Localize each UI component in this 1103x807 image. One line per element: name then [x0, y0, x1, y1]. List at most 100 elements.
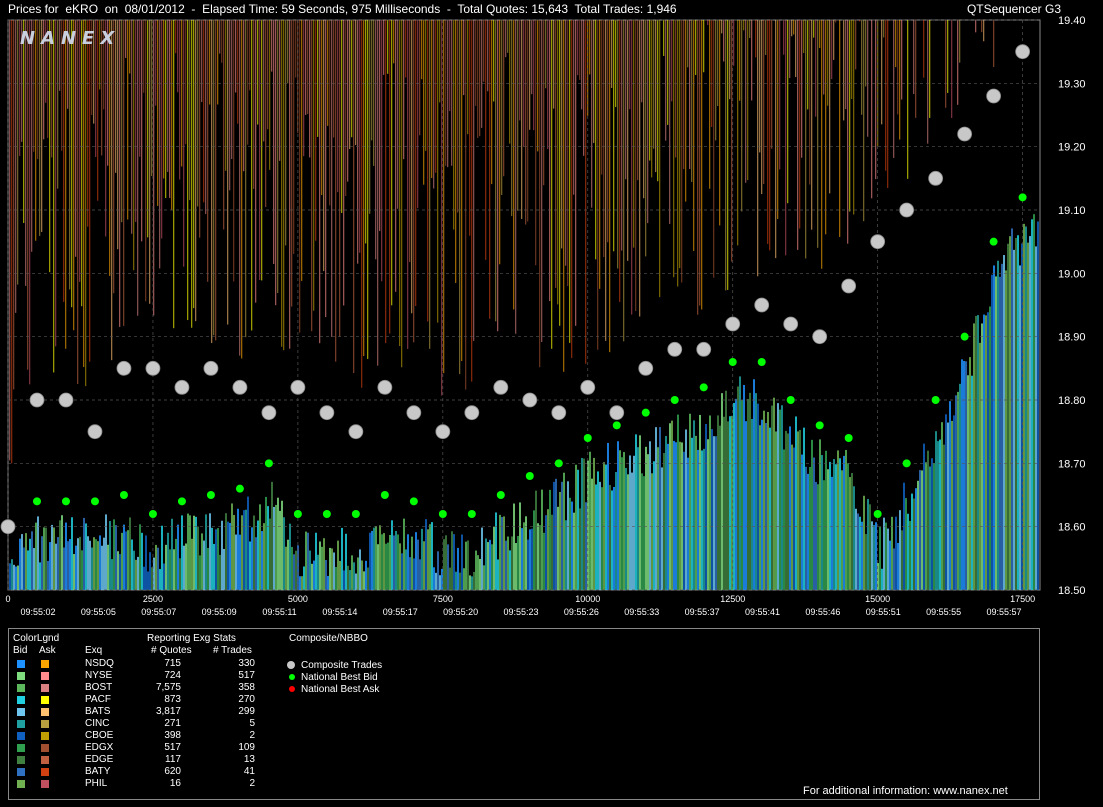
ask-quote-bar: [409, 20, 411, 263]
bid-quote-bar: [721, 393, 723, 590]
time-label: 09:55:17: [383, 607, 418, 617]
bid-quote-bar: [853, 486, 855, 590]
bid-quote-bar: [907, 513, 909, 590]
bid-quote-bar: [679, 441, 681, 590]
ask-quote-bar: [583, 20, 585, 156]
ask-quote-bar: [377, 20, 379, 366]
ask-quote-bar: [541, 20, 543, 343]
ask-quote-bar: [411, 20, 413, 314]
bid-quote-bar: [749, 392, 751, 590]
bid-quote-bar: [379, 525, 381, 590]
bid-quote-bar: [561, 481, 563, 590]
ask-quote-bar: [779, 20, 781, 170]
ask-quote-bar: [861, 20, 863, 115]
ask-quote-bar: [263, 20, 265, 142]
bid-quote-bar: [715, 436, 717, 590]
ask-quote-bar: [185, 20, 187, 145]
ask-quote-bar: [571, 20, 573, 359]
bid-quote-bar: [519, 502, 521, 590]
ask-quote-bar: [165, 20, 167, 198]
best-bid-point: [728, 358, 737, 366]
bid-quote-bar: [481, 527, 483, 590]
ask-quote-bar: [527, 20, 529, 222]
bid-quote-bar: [117, 551, 119, 590]
ask-quote-bar: [569, 20, 571, 343]
ask-quote-bar: [117, 20, 119, 250]
trades-count: 299: [238, 706, 255, 717]
ask-quote-bar: [887, 20, 889, 189]
x-tick-label: 10000: [575, 594, 600, 604]
bid-quote-bar: [429, 524, 431, 590]
ask-quote-bar: [83, 20, 85, 368]
ask-quote-bar: [193, 20, 195, 309]
bid-quote-bar: [641, 473, 643, 590]
bid-quote-bar: [781, 405, 783, 590]
ask-quote-bar: [139, 20, 141, 157]
ask-quote-bar: [189, 20, 191, 201]
bid-quote-bar: [115, 525, 117, 590]
x-tick-label: 0: [5, 594, 10, 604]
colorlgnd-label: ColorLgnd: [13, 633, 60, 644]
bid-quote-bar: [647, 454, 649, 590]
ask-quote-bar: [397, 20, 399, 209]
ask-quote-bar: [295, 20, 297, 78]
bid-quote-bar: [259, 504, 261, 590]
bid-quote-bar: [689, 413, 691, 590]
bid-quote-bar: [413, 558, 415, 590]
bid-quote-bar: [735, 398, 737, 590]
ask-quote-bar: [375, 20, 377, 260]
ask-quote-bar: [641, 20, 643, 103]
ask-quote-bar: [517, 20, 519, 211]
ask-quote-bar: [159, 20, 161, 269]
bid-quote-bar: [873, 525, 875, 590]
bid-quote-bar: [975, 315, 977, 590]
bid-quote-bar: [125, 531, 127, 590]
bid-quote-bar: [389, 534, 391, 590]
ask-quote-bar: [423, 20, 425, 185]
best-bid-point: [61, 497, 70, 506]
ask-quote-bar: [519, 20, 521, 121]
ask-quote-bar: [203, 20, 205, 203]
quotes-count: 715: [164, 658, 181, 669]
bid-quote-bar: [289, 523, 291, 590]
ask-quote-bar: [289, 20, 291, 349]
bid-marker-icon: [289, 674, 295, 680]
trades-header: # Trades: [213, 645, 252, 656]
bid-quote-bar: [501, 516, 503, 590]
bid-quote-bar: [567, 481, 569, 590]
ask-quote-bar: [197, 20, 199, 207]
ask-quote-bar: [491, 20, 493, 185]
bid-quote-bar: [445, 535, 447, 590]
trade-point: [58, 392, 74, 408]
bid-quote-bar: [85, 523, 87, 590]
bid-quote-bar: [741, 399, 743, 590]
trade-point: [638, 360, 654, 376]
ask-quote-bar: [285, 20, 287, 246]
ask-quote-bar: [111, 20, 113, 361]
ask-quote-bar: [521, 20, 523, 219]
bid-quote-bar: [687, 457, 689, 590]
bid-quote-bar: [869, 504, 871, 590]
ask-quote-bar: [767, 20, 769, 244]
bid-quote-bar: [767, 411, 769, 590]
bid-quote-bar: [893, 548, 895, 590]
ask-quote-bar: [697, 20, 699, 315]
bid-quote-bar: [577, 469, 579, 590]
bid-color-swatch: [17, 660, 25, 668]
bid-quote-bar: [141, 532, 143, 590]
ask-quote-bar: [275, 20, 277, 306]
bid-quote-bar: [157, 547, 159, 590]
ask-quote-bar: [577, 20, 579, 76]
bid-quote-bar: [1019, 265, 1021, 590]
exchange-name: BOST: [85, 682, 113, 693]
bid-quote-bar: [995, 276, 997, 590]
bid-quote-bar: [97, 541, 99, 590]
ask-quote-bar: [839, 20, 841, 237]
bid-quote-bar: [819, 439, 821, 590]
bid-quote-bar: [293, 554, 295, 590]
bid-quote-bar: [929, 466, 931, 590]
bid-quote-bar: [77, 538, 79, 590]
quotes-count: 724: [164, 670, 181, 681]
ask-quote-bar: [129, 20, 131, 74]
time-label: 09:55:14: [322, 607, 357, 617]
